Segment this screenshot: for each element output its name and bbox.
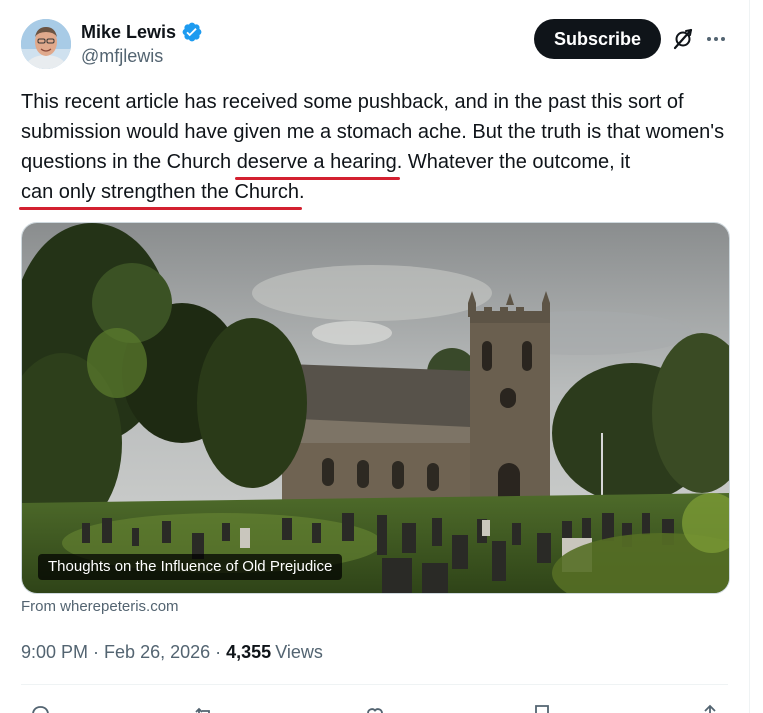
author-name[interactable]: Mike Lewis	[81, 22, 176, 43]
author-handle[interactable]: @mfjlewis	[81, 46, 203, 67]
tweet-text-part2: . Whatever the outcome, it	[396, 151, 631, 173]
subscribe-button[interactable]: Subscribe	[534, 19, 661, 59]
church-photo	[22, 223, 729, 593]
highlight-strengthen-church: can only strengthen the Church	[19, 177, 302, 210]
avatar[interactable]	[21, 19, 71, 69]
link-card-image[interactable]: Thoughts on the Influence of Old Prejudi…	[21, 222, 730, 594]
share-icon[interactable]	[698, 703, 722, 713]
tweet-date[interactable]: Feb 26, 2026	[104, 642, 210, 663]
tweet-page: Mike Lewis @mfjlewis Subscribe This rece	[0, 0, 763, 713]
more-options-icon[interactable]	[704, 27, 728, 51]
column-divider	[749, 0, 750, 713]
tweet-text: This recent article has received some pu…	[19, 87, 736, 210]
tweet-time[interactable]: 9:00 PM	[21, 642, 88, 663]
like-icon[interactable]	[363, 703, 387, 713]
verified-badge-icon[interactable]	[181, 21, 203, 43]
actions-divider	[21, 684, 728, 685]
repost-icon[interactable]	[192, 703, 216, 713]
reply-icon[interactable]	[28, 703, 52, 713]
views-label: Views	[275, 641, 323, 662]
bookmark-icon[interactable]	[530, 703, 554, 713]
card-caption: Thoughts on the Influence of Old Prejudi…	[38, 554, 343, 580]
tweet-meta: 9:00 PM · Feb 26, 2026 · 4,355 Views	[21, 640, 323, 664]
author-block: Mike Lewis @mfjlewis	[81, 20, 203, 67]
tweet-text-part3: .	[298, 181, 305, 203]
highlight-deserve-a-hearing: deserve a hearing	[234, 147, 400, 180]
views-count: 4,355	[226, 641, 272, 662]
author-name-row: Mike Lewis	[81, 20, 203, 44]
meta-separator: ·	[93, 641, 100, 662]
grok-icon[interactable]	[671, 27, 695, 51]
meta-separator: ·	[215, 641, 222, 662]
card-source[interactable]: From wherepeteris.com	[21, 598, 179, 615]
